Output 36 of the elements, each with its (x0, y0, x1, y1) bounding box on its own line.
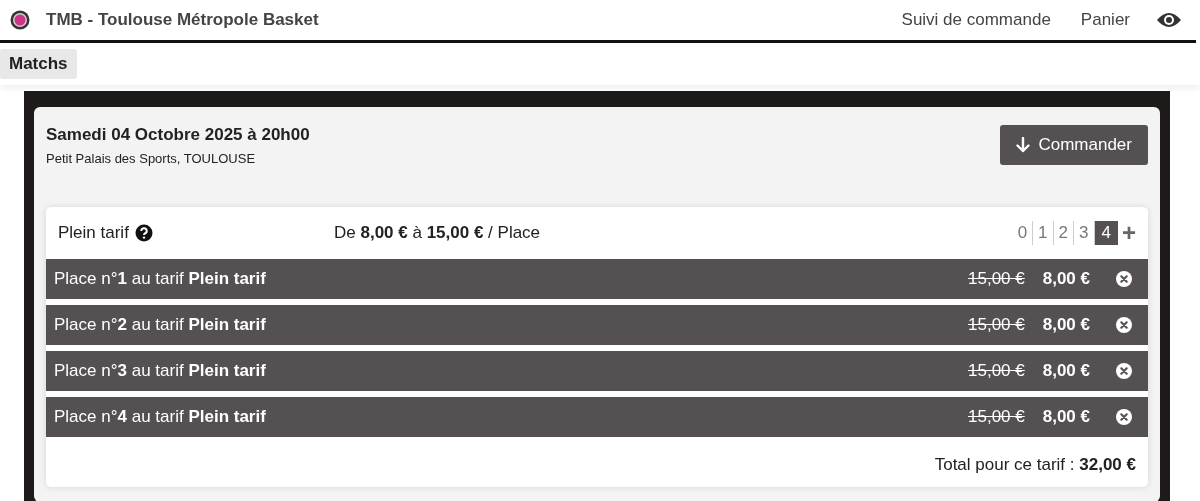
remove-icon[interactable] (1116, 409, 1132, 425)
arrow-down-icon (1016, 137, 1031, 153)
eye-icon[interactable] (1156, 11, 1182, 29)
nav-link[interactable]: Suivi de commande (901, 10, 1051, 30)
place-price: 8,00 € (1042, 361, 1090, 381)
help-icon[interactable] (134, 224, 153, 242)
remove-icon[interactable] (1116, 271, 1132, 287)
event-title: Samedi 04 Octobre 2025 à 20h00 (46, 125, 310, 145)
order-button[interactable]: Commander (1000, 125, 1148, 165)
old-price: 15,00 € (968, 269, 1025, 289)
tariff-name: Plein tarif (58, 223, 129, 243)
site-title: TMB - Toulouse Métropole Basket (46, 10, 319, 30)
quantity-option[interactable]: 2 (1053, 221, 1075, 245)
quantity-option[interactable]: 0 (1012, 221, 1034, 245)
quantity-option[interactable]: 3 (1074, 221, 1095, 245)
quantity-option[interactable]: 4 (1094, 221, 1118, 245)
price-range: De 8,00 € à 15,00 € / Place (334, 223, 541, 243)
place-label: Place n°1 au tarif Plein tarif (54, 269, 266, 289)
event-venue: Petit Palais des Sports, TOULOUSE (46, 151, 257, 166)
add-button[interactable]: + (1122, 219, 1136, 247)
place-label: Place n°4 au tarif Plein tarif (54, 407, 266, 427)
place-price: 8,00 € (1042, 407, 1090, 427)
old-price: 15,00 € (968, 361, 1025, 381)
nav-link[interactable]: Panier (1080, 10, 1130, 30)
old-price: 15,00 € (968, 315, 1025, 335)
remove-icon[interactable] (1116, 363, 1132, 379)
place-label: Place n°3 au tarif Plein tarif (54, 361, 266, 381)
place-price: 8,00 € (1042, 269, 1090, 289)
place-label: Place n°2 au tarif Plein tarif (54, 315, 266, 335)
tab[interactable]: Matchs (0, 49, 77, 79)
quantity-option[interactable]: 1 (1033, 221, 1054, 245)
logo-icon (10, 10, 30, 30)
tariff-total: Total pour ce tarif : 32,00 € (933, 454, 1137, 476)
remove-icon[interactable] (1116, 317, 1132, 333)
old-price: 15,00 € (968, 407, 1025, 427)
place-price: 8,00 € (1042, 315, 1090, 335)
